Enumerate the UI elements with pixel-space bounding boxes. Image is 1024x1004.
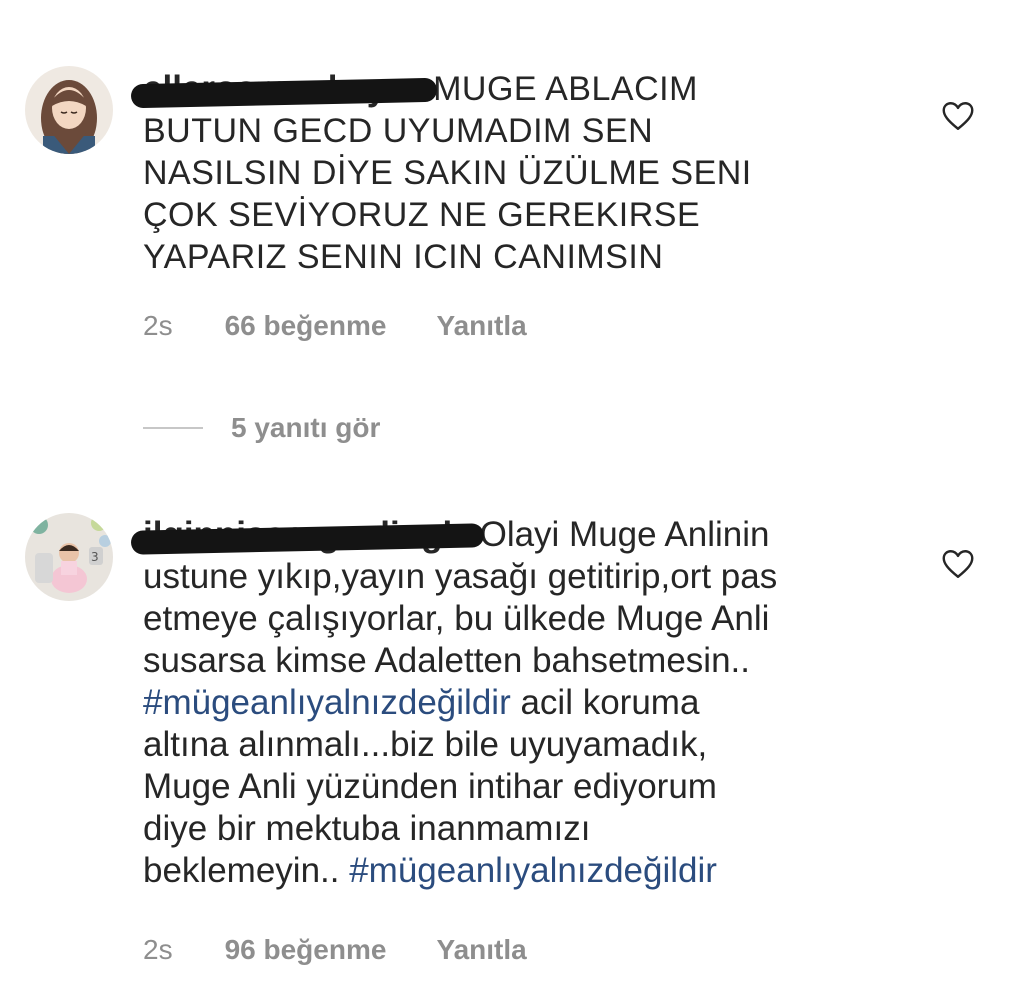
comment-time: 2s xyxy=(143,310,173,341)
comment-text-segment: ustune yıkıp,yayın yasağı getitirip,ort … xyxy=(143,557,778,680)
hashtag-link[interactable]: #mügeanlıyalnızdeğildir xyxy=(143,683,511,722)
avatar[interactable] xyxy=(25,66,113,154)
reply-button[interactable]: Yanıtla xyxy=(436,310,526,342)
comment-text-line: ÇOK SEVİYORUZ NE GEREKIRSE xyxy=(143,196,701,234)
likes-count[interactable]: 66 beğenme xyxy=(225,310,387,342)
comment-body: ilginnisaergenliogluOlayi Muge Anlinin u… xyxy=(130,514,778,892)
comment-meta: 2s 96 beğenme Yanıtla xyxy=(143,934,527,966)
cropped-text-remnant xyxy=(230,0,380,6)
comment-text-line: YAPARIZ SENIN ICIN CANIMSIN xyxy=(143,238,664,276)
comment-text-line: MUGE ABLACIM xyxy=(433,70,698,108)
likes-count[interactable]: 96 beğenme xyxy=(225,934,387,966)
comment-username[interactable]: ilginnisaergenlioglu xyxy=(130,515,484,555)
comment-body: ellerosmankayanMUGE ABLACIM BUTUN GECD U… xyxy=(130,68,752,278)
comment-text-segment: Olayi Muge Anlinin xyxy=(479,515,770,554)
comment-time: 2s xyxy=(143,934,173,965)
like-heart-icon[interactable] xyxy=(940,98,976,134)
comment-username[interactable]: ellerosmankayan xyxy=(130,69,438,109)
comment-text-line: BUTUN GECD UYUMADIM SEN xyxy=(143,112,654,150)
view-replies-label: 5 yanıtı gör xyxy=(231,412,381,443)
avatar-illustration-icon xyxy=(25,66,113,154)
reply-button[interactable]: Yanıtla xyxy=(436,934,526,966)
avatar[interactable]: 3 xyxy=(25,513,113,601)
comment-meta: 2s 66 beğenme Yanıtla xyxy=(143,310,527,342)
hashtag-link[interactable]: #mügeanlıyalnızdeğildir xyxy=(349,851,717,890)
avatar-photo-icon: 3 xyxy=(25,513,113,601)
like-heart-icon[interactable] xyxy=(940,546,976,582)
replies-divider xyxy=(143,427,203,429)
svg-text:3: 3 xyxy=(91,550,99,564)
view-replies-button[interactable]: 5 yanıtı gör xyxy=(143,412,380,444)
comment-text-line: NASILSIN DİYE SAKIN ÜZÜLME SENI xyxy=(143,154,752,192)
